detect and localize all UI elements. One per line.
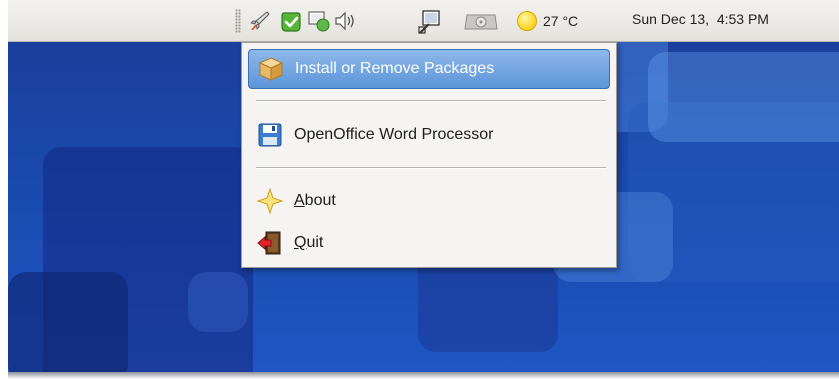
menu-item-about[interactable]: About <box>248 181 610 221</box>
menu-item-quit[interactable]: Quit <box>248 223 610 263</box>
menu-separator <box>256 100 606 102</box>
network-icon[interactable] <box>307 9 331 33</box>
panel-drag-handle[interactable] <box>235 9 241 33</box>
top-panel: 27 °C Sun Dec 13, 4:53 PM <box>8 0 839 42</box>
screen: 27 °C Sun Dec 13, 4:53 PM Install or Rem… <box>0 0 839 379</box>
display-icon[interactable] <box>417 9 441 34</box>
tray-popup-menu: Install or Remove Packages OpenOffice Wo… <box>241 42 617 268</box>
rocket-icon[interactable] <box>248 9 272 33</box>
exit-door-icon <box>256 229 284 257</box>
menu-item-install-remove-packages[interactable]: Install or Remove Packages <box>248 49 610 89</box>
menu-item-label: OpenOffice Word Processor <box>294 126 494 143</box>
volume-icon[interactable] <box>333 9 357 33</box>
star-icon <box>256 187 284 215</box>
update-notifier-icon[interactable] <box>278 9 302 33</box>
window-shadow <box>8 372 839 379</box>
menu-item-label: About <box>294 192 336 209</box>
floppy-disk-icon <box>256 121 284 149</box>
temperature-label: 27 °C <box>543 13 579 29</box>
package-icon <box>257 55 285 83</box>
weather-applet[interactable]: 27 °C <box>517 11 578 31</box>
hard-drive-icon[interactable] <box>463 9 499 33</box>
menu-item-label: Quit <box>294 234 324 251</box>
sun-icon <box>517 11 537 31</box>
menu-item-label: Install or Remove Packages <box>295 60 495 77</box>
menu-separator <box>256 167 606 169</box>
menu-item-openoffice-word-processor[interactable]: OpenOffice Word Processor <box>248 115 610 155</box>
clock[interactable]: Sun Dec 13, 4:53 PM <box>632 11 769 27</box>
